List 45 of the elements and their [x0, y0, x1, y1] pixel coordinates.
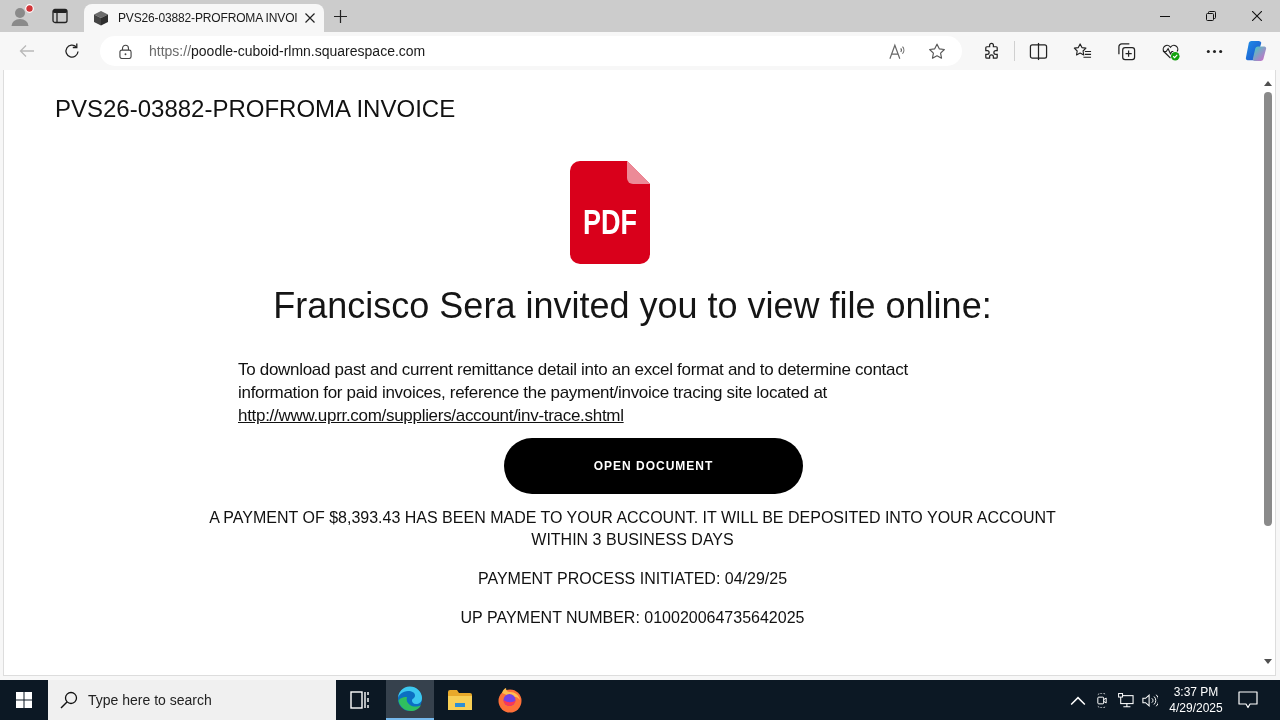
firefox-icon	[497, 687, 523, 713]
video-camera-icon[interactable]	[1094, 692, 1110, 708]
lock-icon[interactable]	[119, 43, 132, 59]
search-icon	[60, 691, 78, 709]
profile-icon[interactable]	[10, 4, 34, 28]
instructions-paragraph: To download past and current remittance detail into an excel format and to determine contact information for paid invoices, reference the payment/invoice tracing site located at http://www.uprr.com/suppliers/account/inv-trace.shtml	[238, 359, 909, 427]
payment-notice: UP PAYMENT NUMBER: 010020064735642025	[460, 608, 805, 628]
folder-icon	[447, 687, 473, 713]
close-tab-icon[interactable]	[305, 13, 315, 23]
favorites-icon[interactable]	[1072, 41, 1092, 61]
scrollbar-thumb[interactable]	[1264, 92, 1272, 526]
close-icon[interactable]	[1252, 11, 1262, 21]
payment-notice: A PAYMENT OF $8,393.43 HAS BEEN MADE TO YOUR ACCOUNT. IT WILL BE DEPOSITED INTO YOUR ACCOUNT WITHIN 3 BUSINESS DAYS	[208, 508, 1057, 550]
tracing-site-link[interactable]: http://www.uprr.com/suppliers/account/inv-trace.shtml	[238, 406, 624, 425]
copilot-icon[interactable]	[1245, 40, 1267, 62]
scroll-up-arrow-icon[interactable]	[1264, 81, 1272, 86]
open-document-button[interactable]: OPEN DOCUMENT	[504, 438, 803, 494]
browser-tab[interactable]: PVS26-03882-PROFROMA INVOI	[84, 4, 324, 32]
minimize-icon[interactable]	[1160, 15, 1170, 17]
file-type-label: PDF	[582, 202, 650, 241]
address-bar[interactable]: https://poodle-cuboid-rlmn.squarespace.com	[100, 36, 962, 66]
taskbar-app-button[interactable]	[386, 680, 434, 720]
new-tab-icon[interactable]	[334, 9, 347, 23]
collections-icon[interactable]	[1116, 41, 1136, 61]
invite-heading: Francisco Sera invited you to view file online:	[273, 284, 992, 328]
cube-icon	[93, 10, 109, 26]
document-icon	[569, 161, 650, 264]
split-screen-icon[interactable]	[1028, 41, 1048, 61]
windows-logo-icon	[16, 692, 32, 708]
clock-time[interactable]: 3:37 PM	[1173, 684, 1219, 700]
volume-icon[interactable]	[1142, 692, 1158, 708]
clock-date[interactable]: 4/29/2025	[1169, 700, 1223, 716]
network-monitor-icon[interactable]	[1118, 692, 1134, 708]
refresh-icon[interactable]	[64, 43, 80, 59]
edge-browser-icon	[397, 686, 423, 712]
scroll-down-arrow-icon[interactable]	[1264, 659, 1272, 664]
tab-actions-icon[interactable]	[52, 8, 68, 24]
task-view-icon	[350, 691, 370, 709]
search-field[interactable]: Type here to search	[48, 680, 336, 720]
payment-notice: PAYMENT PROCESS INITIATED: 04/29/25	[477, 569, 788, 589]
favorite-star-icon[interactable]	[928, 42, 946, 60]
notifications-icon[interactable]	[1238, 691, 1258, 709]
restore-icon[interactable]	[1206, 11, 1216, 21]
document-title: PVS26-03882-PROFROMA INVOICE	[55, 94, 456, 124]
read-aloud-icon[interactable]	[889, 42, 907, 60]
